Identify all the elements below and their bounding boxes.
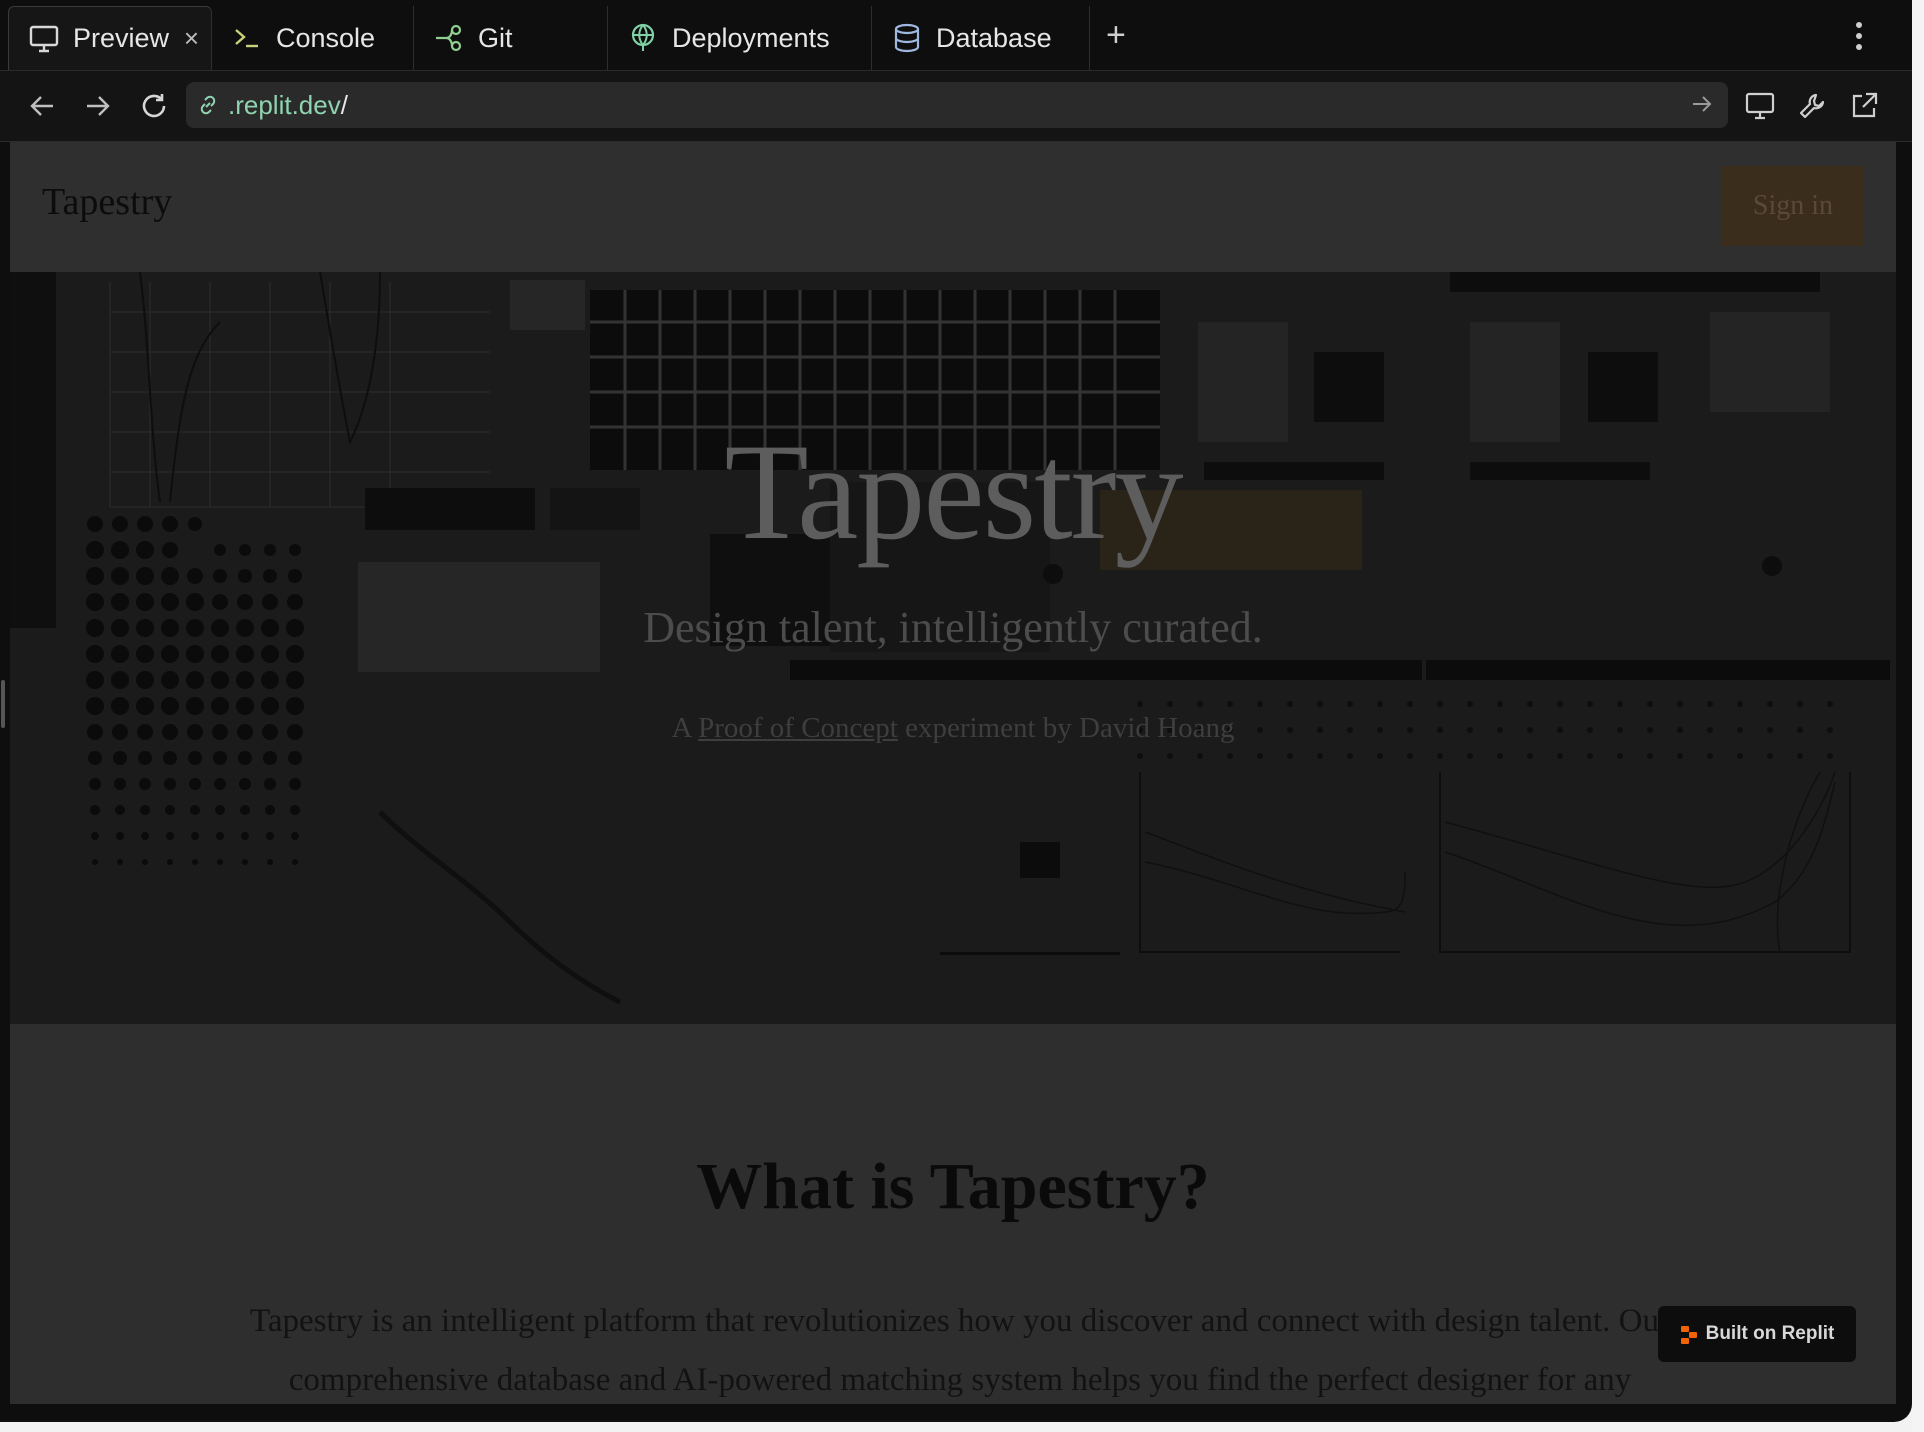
more-options-icon[interactable] — [1856, 22, 1864, 55]
pane-tab-bar: Preview × Console Git Deployments Databa… — [0, 0, 1912, 71]
tab-label: Console — [276, 22, 376, 53]
url-text: .replit.dev/ — [228, 89, 348, 120]
tab-deployments[interactable]: Deployments — [608, 6, 872, 70]
badge-label: Built on Replit — [1705, 1323, 1835, 1344]
tab-git[interactable]: Git — [414, 6, 608, 70]
monitor-icon — [27, 22, 61, 56]
tab-label: Deployments — [672, 22, 830, 53]
tab-console[interactable]: Console — [212, 6, 414, 70]
devtools-wrench-icon[interactable] — [1794, 88, 1830, 124]
replit-logo-icon — [1680, 1325, 1698, 1344]
tab-database[interactable]: Database — [872, 6, 1090, 70]
tab-preview[interactable]: Preview × — [8, 6, 212, 70]
tab-label: Git — [478, 22, 513, 53]
terminal-icon — [230, 21, 264, 55]
sign-in-button[interactable]: Sign in — [1722, 166, 1864, 246]
replit-preview-window: Preview × Console Git Deployments Databa… — [0, 0, 1912, 1422]
database-icon — [890, 21, 924, 55]
built-on-replit-badge[interactable]: Built on Replit — [1658, 1306, 1856, 1362]
preview-url-bar: .replit.dev/ — [0, 71, 1912, 142]
forward-icon[interactable] — [80, 88, 116, 124]
git-branch-icon — [432, 21, 466, 55]
window-edge — [1912, 0, 1924, 1432]
site-header: Tapestry Sign in — [10, 142, 1896, 273]
go-arrow-icon[interactable] — [1690, 90, 1714, 123]
back-icon[interactable] — [24, 88, 60, 124]
url-field[interactable]: .replit.dev/ — [186, 82, 1728, 128]
resize-handle[interactable] — [1, 680, 5, 728]
device-preview-icon[interactable] — [1742, 88, 1778, 124]
tab-label: Preview — [73, 23, 170, 53]
about-text: Tapestry is an intelligent platform that… — [250, 1303, 1670, 1398]
reload-icon[interactable] — [136, 88, 172, 124]
proof-of-concept-link[interactable]: Proof of Concept — [698, 712, 898, 744]
open-new-window-icon[interactable] — [1846, 88, 1882, 124]
hero-title: Tapestry — [724, 415, 1183, 568]
hero-credit: A Proof of Concept experiment by David H… — [671, 712, 1235, 744]
tab-label: Database — [936, 22, 1052, 53]
close-icon[interactable]: × — [184, 25, 199, 51]
hero-subtitle: Design talent, intelligently curated. — [643, 603, 1263, 652]
about-heading: What is Tapestry? — [696, 1150, 1210, 1223]
about-section: What is Tapestry? Tapestry is an intelli… — [10, 1024, 1896, 1404]
link-icon — [196, 93, 220, 117]
new-tab-button[interactable]: + — [1106, 18, 1126, 52]
site-logo[interactable]: Tapestry — [42, 180, 172, 224]
globe-icon — [626, 21, 660, 55]
preview-viewport: Tapestry Sign in Tapestry Design talent,… — [10, 142, 1896, 1404]
hero-section: Tapestry Design talent, intelligently cu… — [10, 272, 1896, 1024]
